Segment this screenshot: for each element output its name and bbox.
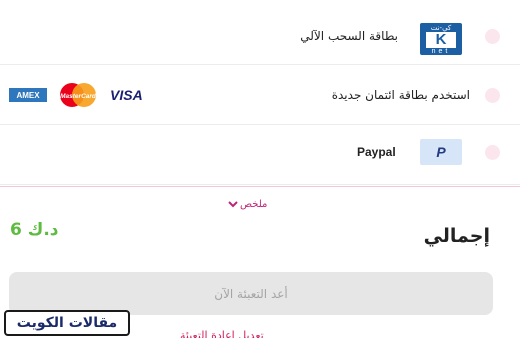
total-value: د.ك 6	[10, 220, 59, 240]
paypal-label: Paypal	[357, 145, 396, 159]
knet-radio[interactable]	[485, 29, 500, 44]
visa-logo-text: VISA	[110, 87, 143, 103]
edit-refill-link[interactable]: تعديل إعادة التعبئة	[180, 329, 264, 338]
visa-logo: VISA	[110, 87, 143, 103]
chevron-down-icon[interactable]	[228, 199, 238, 209]
knet-logo-k: K	[426, 32, 456, 48]
section-divider	[0, 186, 520, 187]
payment-option-credit-card[interactable]: استخدم بطاقة ائتمان جديدة VISA MasterCar…	[0, 65, 520, 125]
paypal-logo-letter: P	[436, 144, 446, 160]
paypal-logo: P	[420, 139, 462, 165]
knet-logo: كي-نت K net	[420, 23, 462, 55]
refill-now-button[interactable]: أعد التعبئة الآن	[9, 272, 493, 315]
summary-label[interactable]: ملخص	[240, 199, 267, 210]
total-label: إجمالي	[423, 225, 490, 247]
knet-logo-net: net	[431, 48, 451, 55]
amex-logo: AMEX	[9, 88, 47, 102]
credit-card-label: استخدم بطاقة ائتمان جديدة	[331, 88, 470, 102]
knet-label: بطاقة السحب الآلي	[300, 29, 398, 43]
watermark-logo: مقالات الكويت	[4, 310, 130, 336]
amex-logo-text: AMEX	[16, 91, 40, 100]
payment-option-knet[interactable]: كي-نت K net بطاقة السحب الآلي	[0, 5, 520, 65]
payment-option-paypal[interactable]: P Paypal	[0, 125, 520, 185]
mastercard-logo: MasterCard	[60, 83, 97, 107]
mastercard-logo-text: MasterCard	[60, 93, 97, 100]
paypal-radio[interactable]	[485, 145, 500, 160]
credit-card-radio[interactable]	[485, 88, 500, 103]
